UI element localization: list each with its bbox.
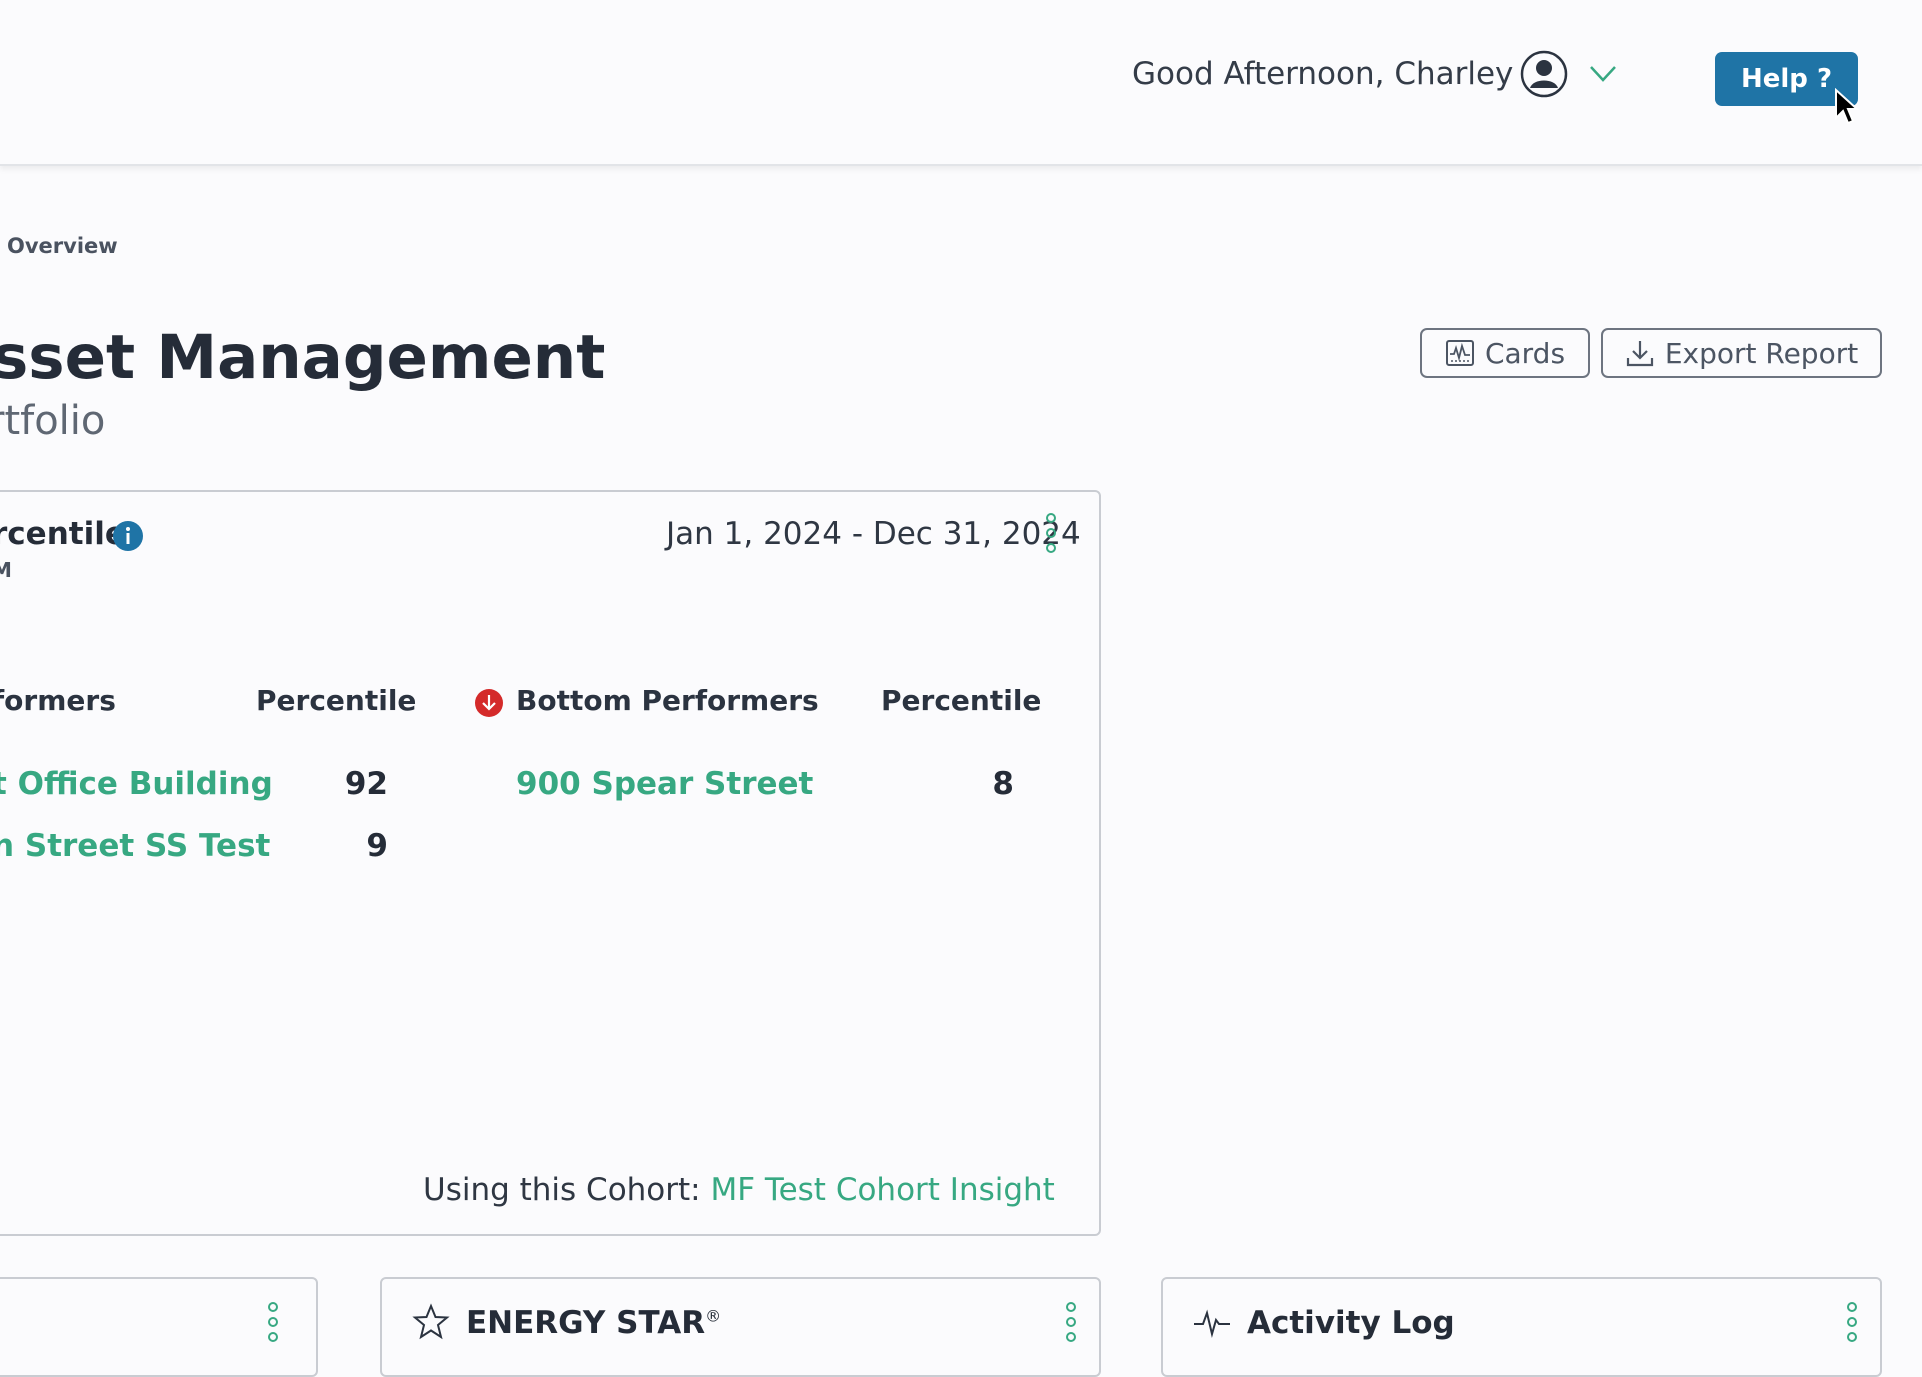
bottom-percentile-header: Percentile	[881, 684, 1042, 717]
kebab-menu-icon[interactable]	[1064, 1301, 1078, 1343]
export-report-button[interactable]: Export Report	[1601, 328, 1882, 378]
greeting-text: Good Afternoon, Charley	[1132, 56, 1514, 92]
mouse-cursor-icon	[1835, 88, 1860, 125]
left-card	[0, 1277, 318, 1377]
user-avatar-icon[interactable]	[1520, 50, 1568, 98]
kebab-menu-icon[interactable]	[1044, 512, 1058, 554]
bottom-performer-percentile: 8	[992, 766, 1014, 802]
energy-star-title: ENERGY STAR®	[466, 1305, 721, 1341]
cards-label: Cards	[1484, 336, 1566, 370]
bottom-performer-link[interactable]: 900 Spear Street	[516, 766, 813, 802]
date-range: Jan 1, 2024 - Dec 31, 2024	[666, 516, 1081, 552]
chevron-down-icon[interactable]	[1588, 64, 1618, 84]
activity-log-title: Activity Log	[1247, 1305, 1455, 1341]
breadcrumb[interactable]: Overview	[7, 234, 118, 258]
export-label: Export Report	[1664, 336, 1859, 370]
kebab-menu-icon[interactable]	[266, 1301, 280, 1343]
arrow-down-icon	[475, 689, 503, 717]
registered-mark: ®	[705, 1306, 722, 1326]
activity-log-card: Activity Log	[1161, 1277, 1882, 1377]
info-icon[interactable]	[112, 520, 144, 552]
bottom-performers-header: Bottom Performers	[516, 684, 819, 717]
page-subtitle: rtfolio	[0, 398, 106, 444]
page-title: sset Management	[0, 322, 606, 393]
top-performer-percentile: 92	[344, 766, 388, 802]
top-performer-link[interactable]: t Office Building	[0, 766, 273, 802]
cohort-link[interactable]: MF Test Cohort Insight	[710, 1172, 1054, 1208]
cohort-line: Using this Cohort: MF Test Cohort Insigh…	[423, 1172, 1055, 1208]
star-icon	[412, 1303, 450, 1340]
percentile-card: rcentile M Jan 1, 2024 - Dec 31, 2024 fo…	[0, 490, 1101, 1236]
card-subtitle: M	[0, 558, 12, 582]
download-icon	[1626, 341, 1653, 367]
cohort-prefix: Using this Cohort:	[423, 1172, 701, 1208]
top-percentile-header: Percentile	[256, 684, 417, 717]
top-performers-header: formers	[0, 684, 116, 717]
kebab-menu-icon[interactable]	[1845, 1301, 1859, 1343]
cards-button[interactable]: Cards	[1420, 328, 1590, 378]
energy-star-card: ENERGY STAR®	[380, 1277, 1101, 1377]
chart-card-icon	[1445, 340, 1474, 366]
energy-star-title-text: ENERGY STAR	[466, 1305, 706, 1341]
card-title: rcentile	[0, 516, 126, 552]
activity-pulse-icon	[1194, 1309, 1230, 1338]
top-performer-link[interactable]: n Street SS Test	[0, 828, 270, 864]
top-performer-percentile: 9	[366, 828, 388, 864]
top-bar: Good Afternoon, Charley Help ?	[0, 0, 1922, 166]
